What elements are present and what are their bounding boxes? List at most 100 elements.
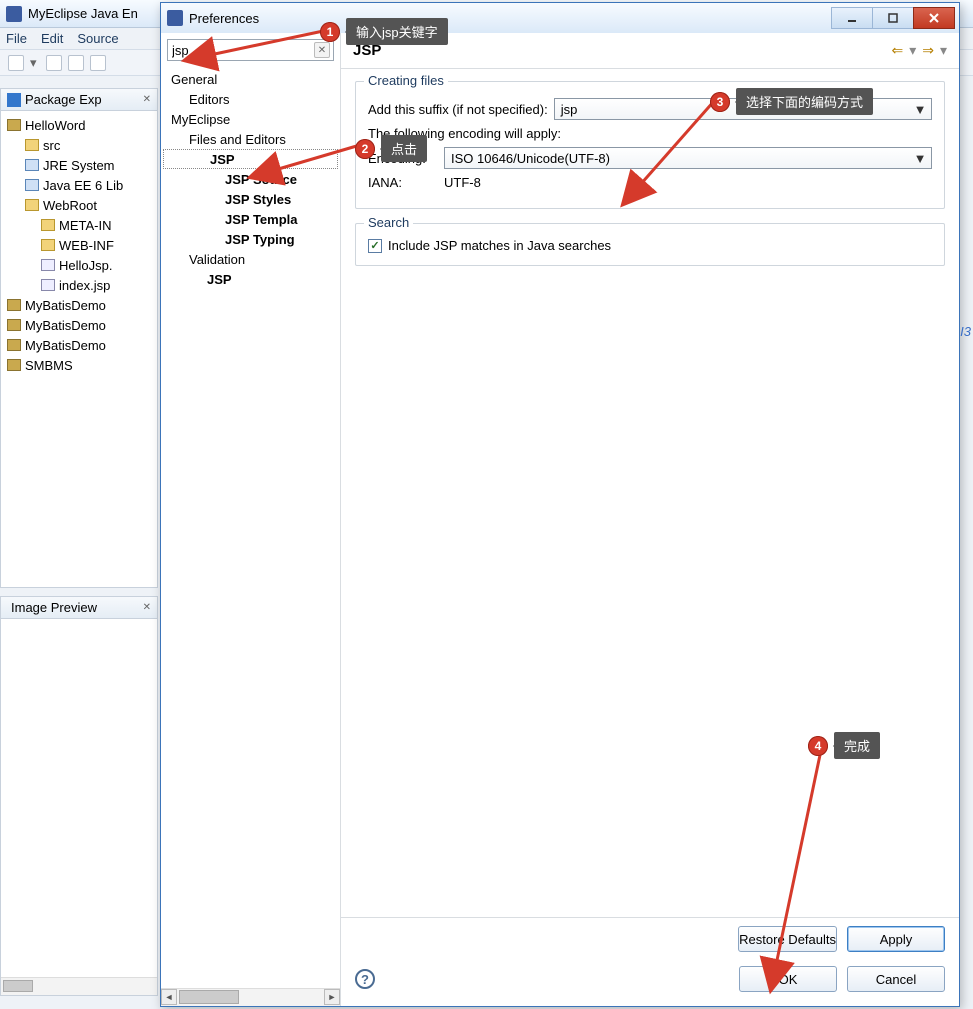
iana-label: IANA: bbox=[368, 175, 438, 190]
preferences-tree-scrollbar[interactable]: ◄ ► bbox=[161, 988, 340, 1006]
nav-forward-icon[interactable]: ⇒ bbox=[922, 42, 934, 59]
pref-tree-item[interactable]: MyEclipse bbox=[161, 109, 340, 129]
menu-edit[interactable]: Edit bbox=[41, 31, 63, 46]
package-explorer-icon bbox=[7, 93, 21, 107]
include-jsp-checkbox[interactable]: ✓ Include JSP matches in Java searches bbox=[368, 238, 932, 253]
pref-tree-item[interactable]: Editors bbox=[161, 89, 340, 109]
help-icon[interactable]: ? bbox=[355, 969, 375, 989]
tree-item-label: src bbox=[43, 138, 60, 153]
proj-icon bbox=[7, 299, 21, 311]
tree-item-label: JRE System bbox=[43, 158, 115, 173]
pref-tree-item[interactable]: JSP bbox=[161, 269, 340, 289]
proj-icon bbox=[7, 339, 21, 351]
tree-item-label: MyBatisDemo bbox=[25, 298, 106, 313]
include-jsp-label: Include JSP matches in Java searches bbox=[388, 238, 611, 253]
clear-filter-icon[interactable]: ✕ bbox=[314, 42, 330, 58]
pref-tree-item[interactable]: General bbox=[161, 69, 340, 89]
toolbar-print-icon[interactable] bbox=[90, 55, 106, 71]
aux-text: I3 bbox=[960, 324, 971, 339]
minimize-button[interactable] bbox=[831, 7, 873, 29]
tree-item[interactable]: SMBMS bbox=[1, 355, 157, 375]
tree-item[interactable]: JRE System bbox=[1, 155, 157, 175]
pref-tree-item[interactable]: JSP Typing bbox=[161, 229, 340, 249]
preferences-tree-panel: ✕ GeneralEditorsMyEclipseFiles and Edito… bbox=[161, 33, 341, 1006]
eclipse-app-icon bbox=[6, 6, 22, 22]
pref-tree-item[interactable]: JSP Templa bbox=[161, 209, 340, 229]
apply-button[interactable]: Apply bbox=[847, 926, 945, 952]
menu-source[interactable]: Source bbox=[77, 31, 118, 46]
scroll-right-icon[interactable]: ► bbox=[324, 989, 340, 1005]
encoding-apply-label: The following encoding will apply: bbox=[368, 126, 561, 141]
toolbar-saveall-icon[interactable] bbox=[68, 55, 84, 71]
fold-icon bbox=[25, 139, 39, 151]
preferences-page: JSP ⇐▾ ⇒▾ Creating files Add this suffix… bbox=[341, 33, 959, 1006]
search-group: Search ✓ Include JSP matches in Java sea… bbox=[355, 223, 945, 266]
chevron-down-icon: ▼ bbox=[913, 151, 927, 166]
package-explorer-tree[interactable]: HelloWord src JRE System Java EE 6 Lib WebRo… bbox=[1, 111, 157, 379]
restore-defaults-button[interactable]: Restore Defaults bbox=[738, 926, 837, 952]
menu-file[interactable]: File bbox=[6, 31, 27, 46]
tree-item[interactable]: HelloWord bbox=[1, 115, 157, 135]
creating-files-group: Creating files Add this suffix (if not s… bbox=[355, 81, 945, 209]
search-legend: Search bbox=[364, 215, 413, 230]
tree-item[interactable]: MyBatisDemo bbox=[1, 335, 157, 355]
pref-tree-item[interactable]: Validation bbox=[161, 249, 340, 269]
tree-item[interactable]: HelloJsp. bbox=[1, 255, 157, 275]
pref-tree-item[interactable]: JSP Styles bbox=[161, 189, 340, 209]
close-button[interactable] bbox=[913, 7, 955, 29]
tree-item[interactable]: WEB-INF bbox=[1, 235, 157, 255]
lib-icon bbox=[25, 159, 39, 171]
tree-item-label: SMBMS bbox=[25, 358, 73, 373]
suffix-value: jsp bbox=[561, 102, 578, 117]
toolbar-save-icon[interactable] bbox=[46, 55, 62, 71]
chevron-down-icon: ▼ bbox=[913, 102, 927, 117]
preferences-tree[interactable]: GeneralEditorsMyEclipseFiles and Editors… bbox=[161, 67, 340, 988]
preferences-titlebar[interactable]: Preferences bbox=[161, 3, 959, 33]
image-preview-header[interactable]: Image Preview ✕ bbox=[1, 597, 157, 619]
preferences-filter-input[interactable] bbox=[167, 39, 334, 61]
image-preview-scrollbar[interactable] bbox=[1, 977, 157, 995]
view-close-icon[interactable]: ✕ bbox=[143, 94, 151, 105]
eclipse-title-text: MyEclipse Java En bbox=[28, 6, 138, 21]
suffix-label: Add this suffix (if not specified): bbox=[368, 102, 548, 117]
page-title: JSP bbox=[353, 42, 381, 59]
tree-item[interactable]: MyBatisDemo bbox=[1, 295, 157, 315]
encoding-combo[interactable]: ISO 10646/Unicode(UTF-8) ▼ bbox=[444, 147, 932, 169]
suffix-combo[interactable]: jsp ▼ bbox=[554, 98, 932, 120]
proj-icon bbox=[7, 319, 21, 331]
preferences-icon bbox=[167, 10, 183, 26]
page-nav-icons[interactable]: ⇐▾ ⇒▾ bbox=[891, 42, 947, 59]
fold-icon bbox=[41, 239, 55, 251]
nav-back-icon[interactable]: ⇐ bbox=[891, 42, 903, 59]
pref-tree-item[interactable]: JSP Source bbox=[161, 169, 340, 189]
tree-item-label: HelloWord bbox=[25, 118, 85, 133]
cancel-button[interactable]: Cancel bbox=[847, 966, 945, 992]
preferences-dialog: Preferences ✕ GeneralEditorsMyEclipseFil… bbox=[160, 2, 960, 1007]
pref-tree-item[interactable]: Files and Editors bbox=[161, 129, 340, 149]
maximize-button[interactable] bbox=[872, 7, 914, 29]
pref-tree-item[interactable]: JSP bbox=[163, 149, 338, 169]
tree-item[interactable]: src bbox=[1, 135, 157, 155]
tree-item-label: META-IN bbox=[59, 218, 111, 233]
package-explorer-title: Package Exp bbox=[25, 92, 102, 107]
tree-item[interactable]: index.jsp bbox=[1, 275, 157, 295]
package-explorer-header[interactable]: Package Exp ✕ bbox=[1, 89, 157, 111]
package-explorer-view: Package Exp ✕ HelloWord src JRE System Java… bbox=[0, 88, 158, 588]
fold-icon bbox=[41, 219, 55, 231]
tree-item-label: MyBatisDemo bbox=[25, 338, 106, 353]
ok-button[interactable]: OK bbox=[739, 966, 837, 992]
view-close-icon[interactable]: ✕ bbox=[143, 602, 151, 613]
encoding-value: ISO 10646/Unicode(UTF-8) bbox=[451, 151, 610, 166]
tree-item[interactable]: WebRoot bbox=[1, 195, 157, 215]
tree-item[interactable]: MyBatisDemo bbox=[1, 315, 157, 335]
scroll-left-icon[interactable]: ◄ bbox=[161, 989, 177, 1005]
proj-icon bbox=[7, 119, 21, 131]
toolbar-new-icon[interactable] bbox=[8, 55, 24, 71]
tree-item[interactable]: Java EE 6 Lib bbox=[1, 175, 157, 195]
tree-item-label: Java EE 6 Lib bbox=[43, 178, 123, 193]
tree-item-label: index.jsp bbox=[59, 278, 110, 293]
file-icon bbox=[41, 279, 55, 291]
tree-item-label: WebRoot bbox=[43, 198, 97, 213]
preferences-title-text: Preferences bbox=[189, 11, 259, 26]
tree-item[interactable]: META-IN bbox=[1, 215, 157, 235]
